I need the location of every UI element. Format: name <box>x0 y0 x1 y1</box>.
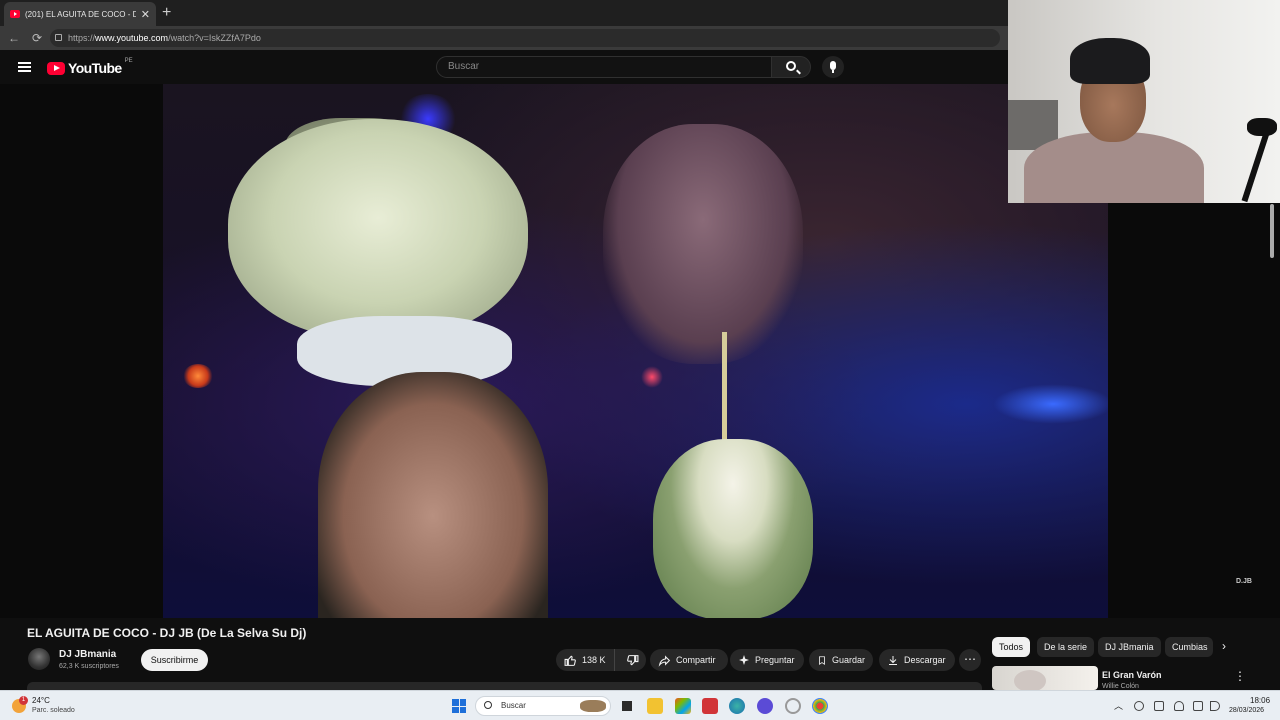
search-input[interactable]: Buscar <box>436 56 772 78</box>
thumbs-up-icon <box>564 655 576 666</box>
cloud-icon[interactable] <box>1134 701 1144 711</box>
url-host: www.youtube.com <box>95 33 169 43</box>
save-label: Guardar <box>831 655 865 665</box>
chrome-browser-icon[interactable] <box>812 698 828 714</box>
reload-icon[interactable]: ⟳ <box>32 31 48 45</box>
notification-badge: 1 <box>19 696 28 705</box>
download-button[interactable]: Descargar <box>879 649 955 671</box>
settings-icon[interactable] <box>785 698 801 714</box>
file-explorer-icon[interactable] <box>647 698 663 714</box>
stage-light <box>183 364 213 388</box>
share-button[interactable]: Compartir <box>650 649 728 671</box>
share-label: Compartir <box>676 655 716 665</box>
related-video-channel[interactable]: Willie Colón <box>1102 683 1139 690</box>
chip-de-la-serie[interactable]: De la serie <box>1037 637 1095 657</box>
youtube-favicon-icon <box>10 10 20 18</box>
share-icon <box>658 654 671 667</box>
related-video-title[interactable]: El Gran Varón <box>1102 670 1162 680</box>
webcam-overlay <box>1008 0 1280 203</box>
woman-face-image <box>318 372 548 618</box>
streamer-body <box>1024 132 1204 203</box>
search-icon <box>484 701 492 709</box>
subscribe-button[interactable]: Suscribirme <box>141 649 208 671</box>
speaker-icon[interactable] <box>1210 701 1220 711</box>
coconut-image <box>653 439 813 618</box>
clay-jug-image <box>228 119 528 339</box>
hamburger-menu-icon[interactable] <box>18 62 31 72</box>
edge-browser-icon[interactable] <box>729 698 745 714</box>
address-toolbar: ← ⟳ https://www.youtube.com/watch?v=IskZ… <box>0 26 1008 50</box>
temperature[interactable]: 24°C <box>32 696 50 705</box>
office-app-icon[interactable] <box>702 698 718 714</box>
like-count: 138 K <box>582 655 606 665</box>
youtube-wordmark: YouTube <box>68 60 122 76</box>
url-path: /watch?v=IskZZfA7Pdo <box>168 33 261 43</box>
like-dislike-group: 138 K <box>556 649 646 671</box>
dancer-figure <box>603 124 803 364</box>
streamer-cap <box>1070 38 1150 84</box>
security-icon[interactable] <box>1154 701 1164 711</box>
chip-cumbias[interactable]: Cumbias <box>1165 637 1213 657</box>
chevron-right-icon[interactable]: › <box>1222 639 1226 653</box>
clock-date[interactable]: 28/03/2026 <box>1229 707 1264 714</box>
url-field[interactable]: https://www.youtube.com/watch?v=IskZZfA7… <box>50 29 1000 47</box>
new-tab-icon[interactable]: + <box>162 4 171 22</box>
channel-name[interactable]: DJ JBmania <box>59 649 116 660</box>
tab-title: (201) EL AGUITA DE COCO - D <box>25 9 136 19</box>
ask-button[interactable]: Preguntar <box>730 649 804 671</box>
youtube-masthead: YouTube PE Buscar <box>0 50 1008 84</box>
kebab-menu-icon[interactable]: ⋮ <box>1234 669 1246 683</box>
search-icon <box>786 61 796 71</box>
more-actions-button[interactable]: ⋯ <box>959 649 981 671</box>
chip-todos[interactable]: Todos <box>992 637 1031 657</box>
voice-search-button[interactable] <box>822 56 844 78</box>
video-frame[interactable] <box>163 84 1108 618</box>
url-prefix: https:// <box>68 33 96 43</box>
search-highlight-image <box>580 700 606 712</box>
task-view-icon[interactable] <box>619 698 635 714</box>
taskbar-search[interactable]: Buscar <box>475 696 611 716</box>
search-button[interactable] <box>771 56 811 78</box>
youtube-play-logo-icon <box>47 61 65 75</box>
download-label: Descargar <box>904 655 946 665</box>
chip-dj-jbmania[interactable]: DJ JBmania <box>1098 637 1161 657</box>
ask-label: Preguntar <box>755 655 795 665</box>
subscriber-count: 62,3 K suscriptores <box>59 663 119 670</box>
network-icon[interactable] <box>1193 701 1203 711</box>
like-button[interactable]: 138 K <box>556 649 615 671</box>
microphone-icon <box>830 61 836 70</box>
bookmark-icon <box>819 655 825 665</box>
download-icon <box>889 655 897 665</box>
windows-start-icon[interactable] <box>452 699 466 713</box>
straw-image <box>722 332 727 442</box>
taskbar-search-label: Buscar <box>501 701 526 710</box>
stage-light <box>641 366 663 388</box>
microphone-tray-icon[interactable] <box>1174 701 1184 711</box>
copilot-icon[interactable] <box>675 698 691 714</box>
clock-time[interactable]: 18:06 <box>1250 696 1270 705</box>
save-button[interactable]: Guardar <box>809 649 873 671</box>
windows-taskbar: 1 24°C Parc. soleado Buscar ︿ 18:06 28/0… <box>0 690 1280 720</box>
stage-light <box>993 384 1108 424</box>
lock-icon <box>55 34 62 41</box>
related-video-thumbnail[interactable] <box>992 666 1098 690</box>
chevron-up-icon[interactable]: ︿ <box>1114 699 1123 712</box>
dislike-button[interactable] <box>620 654 646 667</box>
description-box[interactable] <box>27 682 982 690</box>
page-scrollbar[interactable] <box>1270 204 1274 258</box>
close-tab-icon[interactable]: ✕ <box>141 8 150 21</box>
thumbs-down-icon <box>627 654 639 665</box>
youtube-logo[interactable]: YouTube PE <box>47 58 133 76</box>
browser-tab[interactable]: (201) EL AGUITA DE COCO - D ✕ <box>4 2 156 26</box>
video-title: EL AGUITA DE COCO - DJ JB (De La Selva S… <box>27 626 307 640</box>
weather-condition[interactable]: Parc. soleado <box>32 707 75 714</box>
messenger-icon[interactable] <box>757 698 773 714</box>
sparkle-icon <box>739 655 749 665</box>
channel-watermark[interactable]: D.JB <box>1236 578 1252 585</box>
microphone-arm-icon <box>1233 118 1279 203</box>
back-icon[interactable]: ← <box>8 31 24 45</box>
channel-avatar[interactable] <box>28 648 50 670</box>
country-code: PE <box>124 58 133 64</box>
